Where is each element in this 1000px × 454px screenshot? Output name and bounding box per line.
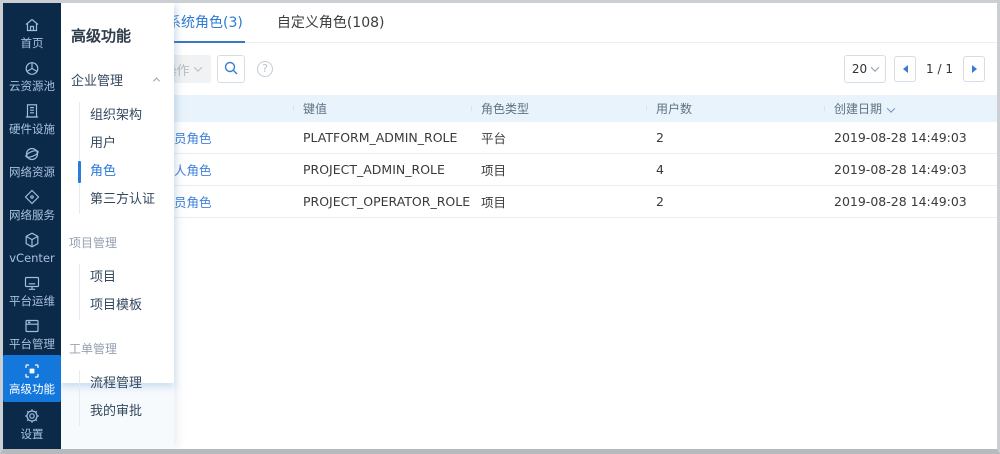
sort-desc-icon — [888, 102, 894, 116]
tab-system-roles[interactable]: 系统角色(3) — [165, 3, 245, 43]
page-indicator: 1 / 1 — [926, 62, 953, 76]
help-icon[interactable]: ? — [257, 61, 273, 77]
home-icon — [22, 15, 42, 35]
menu-group-enterprise[interactable]: 企业管理 — [61, 70, 174, 89]
sidebar-item-network-service[interactable]: 网络服务 — [3, 183, 61, 226]
table-row[interactable]: 员角色 PLATFORM_ADMIN_ROLE 平台 2 2019-08-28 … — [61, 122, 997, 154]
main-content: 系统角色(3) 自定义角色(108) 操作 ? 20 1 / 1 — [61, 3, 997, 449]
sidebar-item-advanced-features[interactable]: 高级功能 — [3, 355, 61, 402]
menu-item-org-structure[interactable]: 组织架构 — [80, 102, 174, 130]
menu-item-third-party-auth[interactable]: 第三方认证 — [80, 186, 174, 214]
secondary-menu-panel: 高级功能 企业管理 组织架构 用户 角色 第三方认证 项目管理 项目 项目模板 … — [61, 3, 174, 449]
sidebar-item-label: 高级功能 — [9, 383, 55, 396]
column-header-created-date[interactable]: 创建日期 — [824, 100, 997, 117]
column-header-user-count: 用户数 — [646, 100, 824, 117]
sidebar-item-label: 硬件设施 — [9, 123, 55, 136]
role-key-cell: PROJECT_OPERATOR_ROLE — [293, 194, 471, 209]
sidebar-item-home[interactable]: 首页 — [3, 11, 61, 54]
next-arrow-icon — [972, 65, 977, 73]
prev-page-button[interactable] — [894, 56, 916, 82]
sidebar-item-cloud-pool[interactable]: 云资源池 — [3, 54, 61, 97]
role-type-cell: 项目 — [471, 160, 646, 179]
menu-item-my-approvals[interactable]: 我的审批 — [80, 398, 174, 426]
sidebar-item-label: 云资源池 — [9, 80, 55, 93]
created-date-cell: 2019-08-28 14:49:03 — [824, 194, 997, 209]
page-size-select[interactable]: 20 — [844, 55, 886, 83]
secondary-menu-card: 高级功能 企业管理 组织架构 用户 角色 第三方认证 项目管理 项目 项目模板 … — [61, 3, 174, 383]
toolbar: 操作 ? 20 1 / 1 — [61, 43, 997, 95]
created-date-cell: 2019-08-28 14:49:03 — [824, 162, 997, 177]
menu-item-roles[interactable]: 角色 — [80, 158, 174, 186]
table-row[interactable]: 人角色 PROJECT_ADMIN_ROLE 项目 4 2019-08-28 1… — [61, 154, 997, 186]
user-count-cell: 2 — [646, 130, 824, 145]
table-header: 键值 角色类型 用户数 创建日期 — [61, 95, 997, 122]
sidebar-item-label: 首页 — [21, 37, 44, 50]
settings-icon — [22, 406, 42, 426]
menu-item-project[interactable]: 项目 — [80, 264, 174, 292]
user-count-cell: 2 — [646, 194, 824, 209]
menu-item-project-template[interactable]: 项目模板 — [80, 292, 174, 320]
user-count-cell: 4 — [646, 162, 824, 177]
role-type-cell: 平台 — [471, 128, 646, 147]
sidebar-item-label: vCenter — [9, 252, 55, 265]
next-page-button[interactable] — [963, 56, 985, 82]
hardware-icon — [22, 101, 42, 121]
sidebar-item-settings[interactable]: 设置 — [3, 402, 61, 445]
chevron-down-icon — [193, 63, 201, 71]
roles-table: 键值 角色类型 用户数 创建日期 员角色 PLATFORM_ADMIN_ROLE… — [61, 95, 997, 449]
column-header-key: 键值 — [293, 100, 471, 117]
advanced-features-icon — [22, 361, 42, 381]
network-service-icon — [22, 187, 42, 207]
sidebar-item-hardware[interactable]: 硬件设施 — [3, 97, 61, 140]
primary-sidebar: 首页 云资源池 硬件设施 网络资源 — [3, 3, 61, 449]
sidebar-item-platform-ops[interactable]: 平台运维 — [3, 269, 61, 312]
sidebar-item-vcenter[interactable]: vCenter — [3, 226, 61, 269]
sidebar-item-label: 网络资源 — [9, 166, 55, 179]
role-type-cell: 项目 — [471, 192, 646, 211]
vcenter-icon — [22, 230, 42, 250]
created-date-cell: 2019-08-28 14:49:03 — [824, 130, 997, 145]
app-window: 首页 云资源池 硬件设施 网络资源 — [0, 0, 1000, 454]
panel-title: 高级功能 — [61, 25, 174, 46]
role-key-cell: PLATFORM_ADMIN_ROLE — [293, 130, 471, 145]
sidebar-item-label: 网络服务 — [9, 209, 55, 222]
menu-section-ticket: 工单管理 — [69, 340, 174, 357]
role-key-cell: PROJECT_ADMIN_ROLE — [293, 162, 471, 177]
chevron-down-icon — [871, 63, 879, 71]
table-row[interactable]: 员角色 PROJECT_OPERATOR_ROLE 项目 2 2019-08-2… — [61, 186, 997, 218]
ticket-submenu: 流程管理 我的审批 — [79, 370, 174, 426]
column-header-role-type: 角色类型 — [471, 100, 646, 117]
sidebar-item-label: 平台管理 — [9, 338, 55, 351]
project-submenu: 项目 项目模板 — [79, 264, 174, 320]
sidebar-item-platform-management[interactable]: 平台管理 — [3, 312, 61, 355]
sidebar-item-network-resource[interactable]: 网络资源 — [3, 140, 61, 183]
prev-arrow-icon — [903, 65, 908, 73]
search-icon — [223, 60, 239, 79]
menu-section-project: 项目管理 — [69, 234, 174, 251]
tab-bar: 系统角色(3) 自定义角色(108) — [61, 3, 997, 43]
cloud-pool-icon — [22, 58, 42, 78]
menu-item-process-management[interactable]: 流程管理 — [80, 370, 174, 398]
sidebar-item-label: 平台运维 — [9, 295, 55, 308]
chevron-up-icon — [153, 77, 160, 84]
platform-management-icon — [22, 316, 42, 336]
tab-custom-roles[interactable]: 自定义角色(108) — [275, 3, 387, 43]
sidebar-item-label: 设置 — [21, 428, 44, 441]
platform-ops-icon — [22, 273, 42, 293]
enterprise-submenu: 组织架构 用户 角色 第三方认证 — [79, 102, 174, 214]
network-resource-icon — [22, 144, 42, 164]
pagination: 20 1 / 1 — [844, 55, 985, 83]
menu-item-users[interactable]: 用户 — [80, 130, 174, 158]
search-button[interactable] — [217, 55, 245, 83]
